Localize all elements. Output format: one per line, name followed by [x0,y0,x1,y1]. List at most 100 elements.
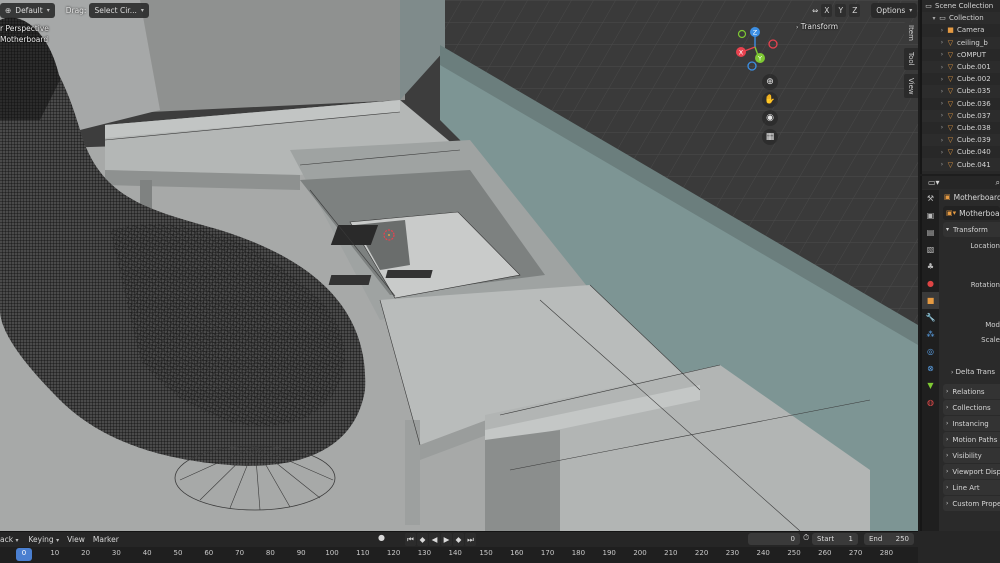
stopwatch-icon[interactable]: ⏱ [803,533,809,543]
panel-item[interactable]: › Custom Prope [943,496,1000,511]
timeline[interactable]: ack ▾ Keying ▾ View Marker ● ⏮ ◆ ◀ ▶ ◆ ⏭… [0,531,918,563]
navigation-gizmo[interactable]: Z X Y [728,24,782,72]
gizmo-neg-z-axis[interactable] [747,61,757,71]
prev-keyframe-icon[interactable]: ◆ [417,533,428,546]
orientation-icon: ⊕ [5,5,12,15]
outliner-item[interactable]: › ▽ Cube.038 [922,122,1000,134]
ruler-tick-label: 10 [50,549,60,557]
gizmo-neg-x-axis[interactable] [768,39,778,49]
outliner-item[interactable]: › ▽ Cube.002 [922,73,1000,85]
tool-settings-icon[interactable]: ⚒ [922,190,939,207]
outliner-item[interactable]: › ▽ Cube.041 [922,158,1000,171]
options-dropdown[interactable]: Options ▾ [871,2,918,18]
constraints-icon[interactable]: ⊗ [922,360,939,377]
panel-item[interactable]: › Line Art [943,480,1000,495]
physics-icon[interactable]: ◎ [922,343,939,360]
tab-item[interactable]: Item [904,22,918,44]
chevron-right-icon[interactable]: › [938,137,946,144]
tab-view[interactable]: View [904,74,918,98]
transform-panel-header[interactable]: › Transform [796,22,838,31]
view-layer-icon[interactable]: ▧ [922,241,939,258]
orientation-dropdown[interactable]: ⊕ Default ▾ [0,2,55,18]
outliner-item[interactable]: › ▽ cOMPUT [922,49,1000,61]
timeline-ruler[interactable]: 0 10 20 30 40 50 60 70 80 90 100 110 120 130 140 150 160… [0,547,918,563]
data-icon[interactable]: ▼ [922,377,939,394]
mesh-icon: ▽ [947,87,954,96]
chevron-right-icon[interactable]: › [938,124,946,131]
playback-menu[interactable]: ack ▾ [0,535,18,544]
outliner-item[interactable]: › ▽ Cube.039 [922,134,1000,147]
3d-viewport[interactable]: ⊕ Default ▾ Drag: Select Cir... ▾ ⇔ X Y … [0,0,918,531]
chevron-right-icon: › [946,500,949,507]
output-icon[interactable]: ▤ [922,224,939,241]
next-keyframe-icon[interactable]: ◆ [453,533,464,546]
outliner-collection[interactable]: ▾ ▭ Collection [922,12,1000,25]
play-reverse-icon[interactable]: ◀ [429,533,440,546]
particles-icon[interactable]: ⁂ [922,326,939,343]
chevron-right-icon[interactable]: › [938,112,946,119]
outliner-scene-collection[interactable]: ▭ Scene Collection [922,0,1000,12]
auto-keying-icon[interactable]: ● [378,533,385,542]
camera-view-icon[interactable]: ◉ [762,110,778,126]
world-icon[interactable]: ● [922,275,939,292]
tab-tool[interactable]: Tool [904,48,918,70]
chevron-right-icon[interactable]: › [938,161,946,168]
transform-fields: Location Rotation Mod Scale › Delta Tran… [941,238,1000,378]
chevron-right-icon[interactable]: › [938,76,946,83]
perspective-toggle-icon[interactable]: ▦ [762,129,778,145]
chevron-right-icon[interactable]: › [938,88,946,95]
chevron-right-icon[interactable]: › [938,64,946,71]
view-menu[interactable]: View [67,535,85,544]
object-icon[interactable]: ■ [922,292,939,309]
properties-editor[interactable]: ▭▾ ⌕ ⚒ ▣ ▤ ▧ ♣ ● ■ 🔧 ⁂ ◎ ⊗ ▼ ◍ ▣ Motherb… [920,176,1000,531]
gizmo-neg-y-axis[interactable] [737,29,747,39]
outliner-item[interactable]: › ▽ Cube.035 [922,85,1000,98]
panel-item[interactable]: › Relations [943,384,1000,399]
chevron-right-icon[interactable]: › [938,27,946,34]
outliner-item[interactable]: › ▽ Cube.001 [922,60,1000,74]
outliner-item[interactable]: › ▽ Cube.037 [922,109,1000,122]
outliner-item[interactable]: › ■ Camera [922,24,1000,36]
jump-end-icon[interactable]: ⏭ [465,533,476,546]
chevron-down-icon: ▾ [56,536,60,544]
render-icon[interactable]: ▣ [922,207,939,224]
modifier-icon[interactable]: 🔧 [922,309,939,326]
outliner-item[interactable]: › ▽ ceiling_b [922,36,1000,49]
mirror-y-toggle[interactable]: Y [835,3,847,17]
chevron-right-icon[interactable]: › [938,149,946,156]
keying-menu[interactable]: Keying ▾ [28,535,59,544]
search-icon[interactable]: ⌕ [996,178,1000,188]
scene-icon[interactable]: ♣ [922,258,939,275]
panel-item[interactable]: › Instancing [943,416,1000,431]
zoom-icon[interactable]: ⊕ [762,74,778,90]
outliner-item[interactable]: › ▽ Cube.036 [922,98,1000,110]
delta-transform-panel[interactable]: › Delta Trans [951,368,995,376]
panel-transform[interactable]: ▾ Transform [943,222,1000,237]
panel-item[interactable]: › Collections [943,400,1000,415]
chevron-right-icon[interactable]: › [938,39,946,46]
object-name-field[interactable]: ▣▾ Motherboa [943,206,1000,220]
mirror-x-toggle[interactable]: X [821,3,833,17]
start-frame-field[interactable]: Start 1 [812,533,858,545]
play-icon[interactable]: ▶ [441,533,452,546]
ruler-tick-label: 100 [325,549,339,557]
drag-select-dropdown[interactable]: Select Cir... ▾ [89,2,149,18]
scene-render[interactable] [0,0,918,531]
material-icon[interactable]: ◍ [922,394,939,411]
chevron-right-icon[interactable]: › [938,51,946,58]
collection-icon: ▭ [939,14,946,23]
jump-start-icon[interactable]: ⏮ [405,533,416,546]
mirror-z-toggle[interactable]: Z [849,3,861,17]
panel-item[interactable]: › Visibility [943,448,1000,463]
editor-type-icon[interactable]: ▭▾ [928,178,940,187]
end-frame-field[interactable]: End 250 [864,533,914,545]
marker-menu[interactable]: Marker [93,535,119,544]
current-frame-field[interactable]: 0 [748,533,800,545]
panel-item[interactable]: › Viewport Displ [943,464,1000,479]
pan-hand-icon[interactable]: ✋ [762,92,778,108]
chevron-right-icon[interactable]: › [938,100,946,107]
outliner[interactable]: ▭ Scene Collection ▾ ▭ Collection › ■ Came… [920,0,1000,174]
panel-item[interactable]: › Motion Paths [943,432,1000,447]
outliner-item[interactable]: › ▽ Cube.040 [922,146,1000,158]
ruler-tick-label: 180 [571,549,586,557]
